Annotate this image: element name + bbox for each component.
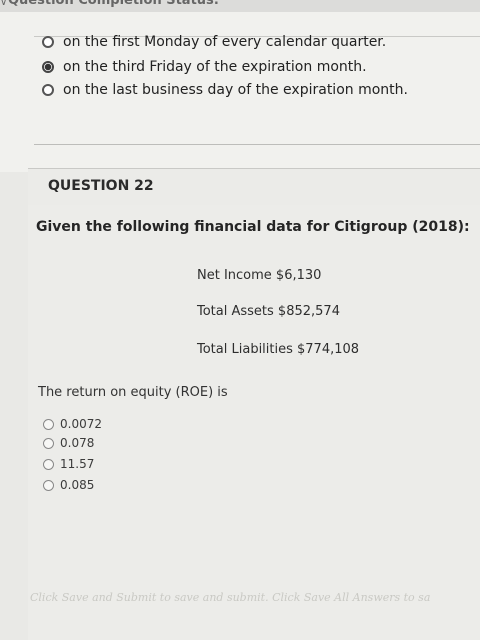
question-number: QUESTION 22 bbox=[48, 178, 154, 194]
total-assets-text: Total Assets $852,574 bbox=[197, 304, 340, 319]
divider bbox=[34, 144, 480, 145]
radio-button[interactable] bbox=[42, 84, 54, 96]
question-body: Given the following financial data for C… bbox=[28, 205, 480, 640]
previous-question-panel: on the first Monday of every calendar qu… bbox=[0, 12, 480, 172]
answer-option[interactable]: on the first Monday of every calendar qu… bbox=[42, 34, 386, 50]
radio-button[interactable] bbox=[43, 479, 54, 491]
answer-choice-label: 0.078 bbox=[60, 436, 95, 450]
radio-button-selected[interactable] bbox=[42, 61, 54, 73]
answer-choice[interactable]: 0.0072 bbox=[43, 417, 102, 431]
radio-button[interactable] bbox=[43, 418, 54, 430]
chevron-down-icon[interactable]: ∨ bbox=[0, 0, 7, 8]
radio-button[interactable] bbox=[43, 437, 54, 449]
answer-option[interactable]: on the last business day of the expirati… bbox=[42, 82, 408, 98]
total-liabilities-text: Total Liabilities $774,108 bbox=[197, 342, 360, 357]
answer-choice-label: 0.0072 bbox=[60, 417, 102, 431]
answer-option[interactable]: on the third Friday of the expiration mo… bbox=[42, 59, 367, 75]
answer-choice[interactable]: 11.57 bbox=[43, 457, 94, 471]
radio-button[interactable] bbox=[43, 458, 54, 470]
net-income-text: Net Income $6,130 bbox=[197, 268, 322, 283]
save-submit-hint: Click Save and Submit to save and submit… bbox=[30, 591, 431, 604]
answer-option-label: on the third Friday of the expiration mo… bbox=[63, 59, 367, 75]
answer-option-label: on the first Monday of every calendar qu… bbox=[63, 34, 387, 50]
question-header: QUESTION 22 bbox=[28, 168, 480, 205]
answer-option-label: on the last business day of the expirati… bbox=[63, 82, 408, 98]
radio-button[interactable] bbox=[42, 36, 54, 48]
question-prompt: Given the following financial data for C… bbox=[36, 219, 470, 235]
answer-choice[interactable]: 0.078 bbox=[43, 436, 94, 450]
answer-choice-label: 11.57 bbox=[60, 457, 95, 471]
answer-choice[interactable]: 0.085 bbox=[43, 478, 94, 492]
completion-status-label: Question Completion Status: bbox=[8, 0, 219, 8]
answer-choice-label: 0.085 bbox=[60, 478, 95, 492]
question-ask: The return on equity (ROE) is bbox=[38, 385, 228, 400]
completion-status-bar[interactable]: ∨ Question Completion Status: bbox=[0, 0, 480, 12]
